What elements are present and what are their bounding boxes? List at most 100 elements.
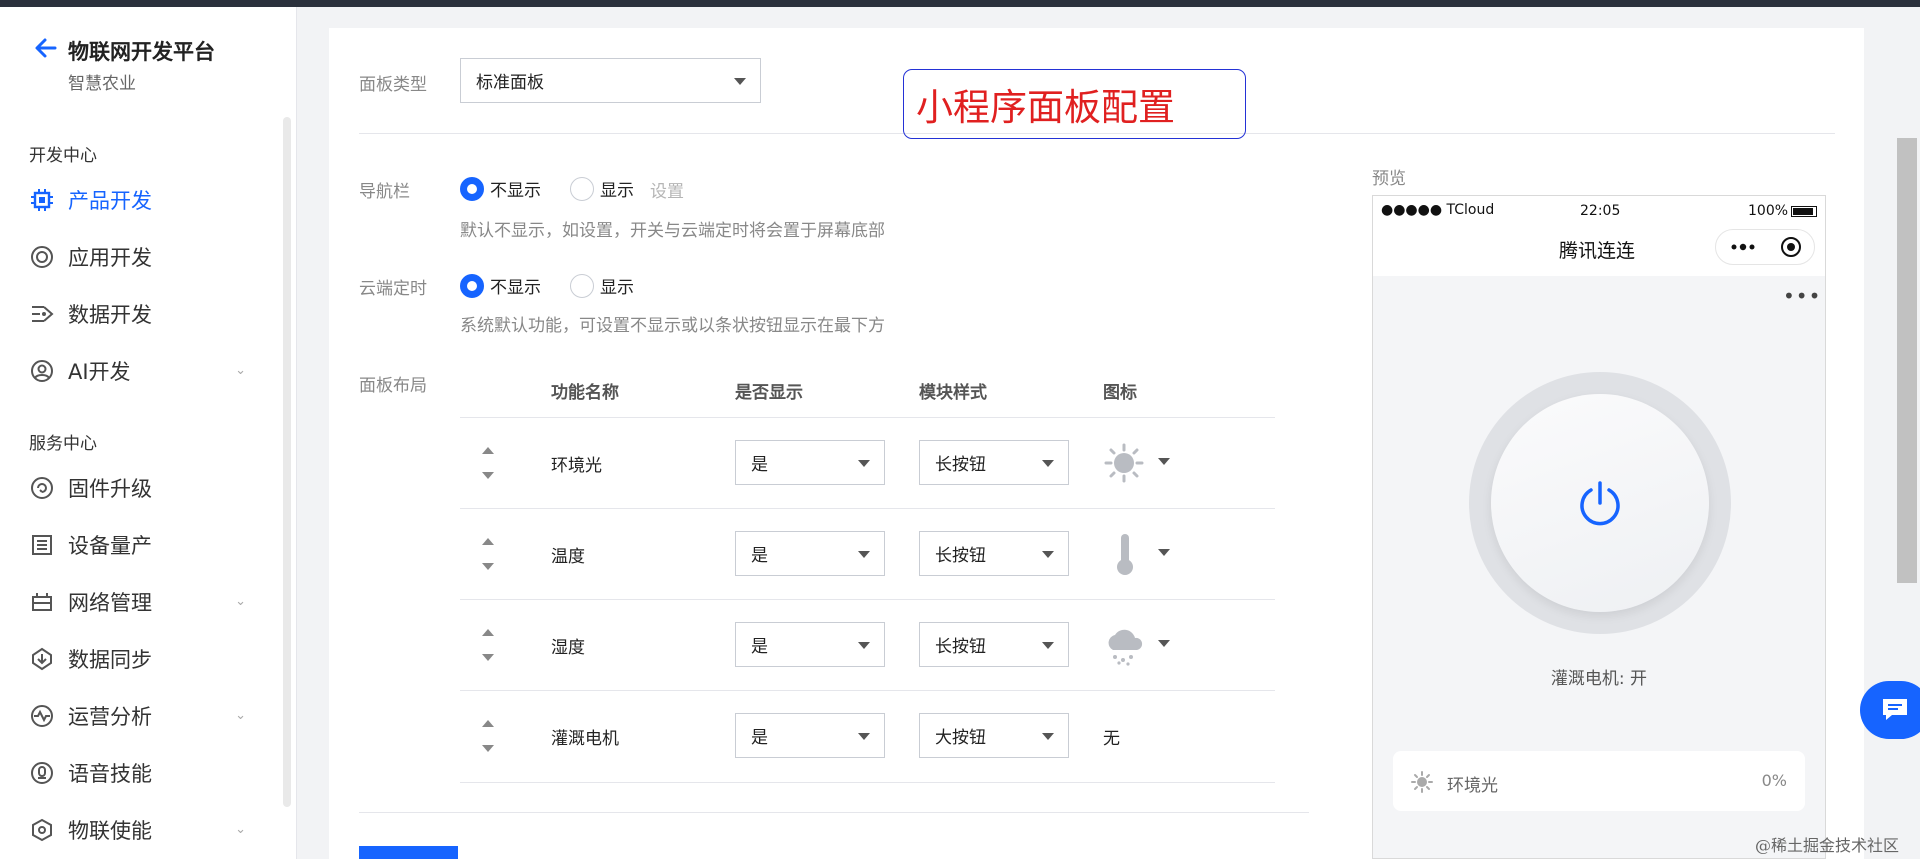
phone-preview: ●●●●● TCloud 22:05 100% 腾讯连连 ••• 灌溉电机: 开 [1372,195,1826,859]
radio-checked-icon [460,273,484,298]
nav-radio-hide[interactable]: 不显示 [460,176,541,201]
sidebar-item-label: 数据同步 [68,648,152,672]
move-up-icon[interactable] [482,538,494,545]
sidebar-item-label: 产品开发 [68,189,152,213]
col-header-style: 模块样式 [919,383,987,403]
status-battery-text: 100% [1748,203,1789,219]
sidebar-item-data-sync[interactable]: 数据同步 [29,639,254,679]
phone-header: ●●●●● TCloud 22:05 100% 腾讯连连 [1373,196,1825,276]
select-value: 是 [751,546,768,566]
row-style-select[interactable]: 大按钮 [919,713,1069,758]
miniapp-capsule[interactable] [1715,229,1815,265]
move-down-icon[interactable] [482,745,494,752]
row-show-select[interactable]: 是 [735,440,885,485]
move-up-icon[interactable] [482,720,494,727]
row-label: 环境光 [1447,776,1498,796]
rain-cloud-icon[interactable] [1103,624,1147,666]
sidebar-item-label: AI开发 [68,360,131,384]
sidebar-item-label: 网络管理 [68,591,152,615]
radio-label: 不显示 [490,278,541,298]
nav-hint: 默认不显示，如设置，开关与云端定时将会置于屏幕底部 [460,221,885,241]
sidebar-item-network[interactable]: 网络管理 ⌄ [29,582,254,622]
caret-down-icon[interactable] [1158,640,1170,647]
select-value: 是 [751,728,768,748]
sidebar-item-product-dev[interactable]: 产品开发 [29,180,254,220]
nav-radio-show[interactable]: 显示 [570,176,634,201]
thermometer-icon[interactable] [1113,532,1137,576]
chevron-down-icon: ⌄ [235,822,246,837]
battery-icon [1791,206,1817,217]
sidebar-item-firmware[interactable]: 固件升级 [29,468,254,508]
sidebar-item-analytics[interactable]: 运营分析 ⌄ [29,696,254,736]
power-icon [1580,481,1620,526]
timer-radio-show[interactable]: 显示 [570,273,634,298]
row-show-select[interactable]: 是 [735,713,885,758]
save-button[interactable] [359,846,458,859]
status-time: 22:05 [1580,203,1621,219]
sun-icon[interactable] [1103,443,1145,483]
power-button[interactable] [1491,394,1709,612]
move-up-icon[interactable] [482,629,494,636]
row-show-select[interactable]: 是 [735,531,885,576]
row-value: 0% [1761,771,1787,790]
close-miniapp-icon[interactable] [1780,236,1802,258]
row-style-select[interactable]: 长按钮 [919,622,1069,667]
sidebar-item-voice[interactable]: 语音技能 [29,753,254,793]
sidebar-item-label: 数据开发 [68,303,152,327]
watermark: @稀土掘金技术社区 [1755,836,1900,855]
move-down-icon[interactable] [482,472,494,479]
caret-down-icon [1042,733,1054,740]
caret-down-icon[interactable] [1158,458,1170,465]
move-down-icon[interactable] [482,563,494,570]
more-dots-icon[interactable] [1730,242,1756,252]
caret-down-icon[interactable] [1158,549,1170,556]
row-divider [460,508,1275,509]
preview-label: 预览 [1372,169,1406,189]
chat-icon [1883,699,1907,720]
row-style-select[interactable]: 长按钮 [919,531,1069,576]
select-value: 是 [751,637,768,657]
row-show-select[interactable]: 是 [735,622,885,667]
radio-label: 不显示 [490,181,541,201]
caret-down-icon [734,78,746,85]
timer-radio-hide[interactable]: 不显示 [460,273,541,298]
section-dev-center: 开发中心 [29,146,97,166]
sidebar-item-app-dev[interactable]: 应用开发 [29,237,254,277]
move-up-icon[interactable] [482,447,494,454]
row-divider [460,599,1275,600]
back-arrow-icon[interactable] [33,35,59,61]
status-carrier: ●●●●● TCloud [1381,202,1495,218]
chevron-down-icon: ⌄ [235,708,246,723]
network-icon [29,589,55,615]
row-style-select[interactable]: 长按钮 [919,440,1069,485]
chat-support-button[interactable] [1860,681,1920,739]
select-value: 长按钮 [935,637,986,657]
caret-down-icon [858,733,870,740]
sidebar-item-mass-production[interactable]: 设备量产 [29,525,254,565]
sidebar-item-label: 运营分析 [68,705,152,729]
move-down-icon[interactable] [482,654,494,661]
select-value: 大按钮 [935,728,986,748]
more-icon[interactable]: ••• [1783,284,1821,308]
radio-unchecked-icon [570,176,594,201]
panel-type-value: 标准面板 [476,73,544,93]
radio-checked-icon [460,176,484,201]
row-name: 灌溉电机 [551,729,619,749]
app-icon [29,244,55,270]
page-scrollbar-thumb[interactable] [1897,138,1917,583]
sidebar-scrollbar[interactable] [283,117,291,807]
row-divider [460,690,1275,691]
data-flow-icon [29,301,55,327]
device-status-text: 灌溉电机: 开 [1550,669,1648,689]
table-header-divider [460,417,1275,418]
panel-type-select[interactable]: 标准面板 [460,58,761,103]
sidebar-item-ai-dev[interactable]: AI开发 ⌄ [29,351,254,391]
ambient-light-row[interactable]: 环境光 0% [1393,751,1805,811]
nav-setting-link[interactable]: 设置 [650,177,684,202]
select-value: 长按钮 [935,546,986,566]
select-value: 是 [751,455,768,475]
voice-icon [29,760,55,786]
sidebar-item-iot-enable[interactable]: 物联使能 ⌄ [29,810,254,850]
panel-type-label: 面板类型 [359,75,427,95]
sidebar-item-data-dev[interactable]: 数据开发 [29,294,254,334]
